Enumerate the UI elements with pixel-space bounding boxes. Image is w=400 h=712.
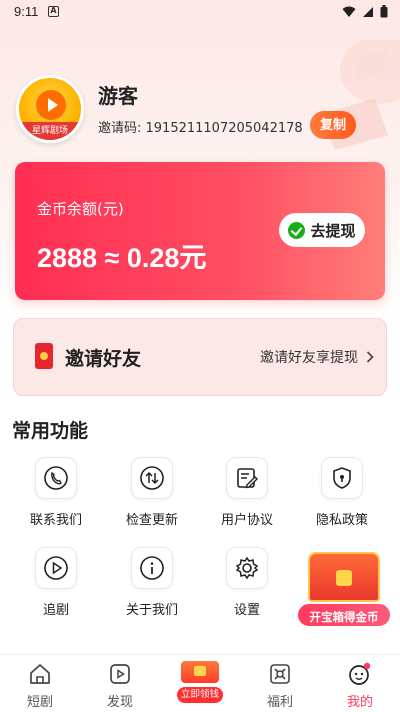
background-decoration xyxy=(320,40,400,150)
nav-item-discover[interactable]: 发现 xyxy=(80,661,160,710)
status-bar: 9:11 A xyxy=(0,0,400,24)
balance-card: 金币余额(元) 2888 ≈ 0.28元 去提现 xyxy=(15,162,385,300)
feature-user-agreement[interactable]: 用户协议 xyxy=(207,457,287,528)
username: 游客 xyxy=(98,84,138,108)
avatar-text: 星辉剧场 xyxy=(19,122,81,140)
nav-item-welfare[interactable]: 福利 xyxy=(240,661,320,710)
balance-label: 金币余额(元) xyxy=(37,200,124,218)
balance-value: 2888 ≈ 0.28元 xyxy=(37,243,207,273)
home-icon xyxy=(27,661,53,687)
nav-label: 福利 xyxy=(266,695,293,710)
money-icon xyxy=(181,661,219,683)
notification-icon: A xyxy=(48,6,59,17)
welfare-icon xyxy=(267,661,293,687)
nav-label: 我的 xyxy=(346,695,373,710)
agreement-icon xyxy=(226,457,268,499)
nav-item-mine[interactable]: 我的 xyxy=(320,661,400,710)
play-icon xyxy=(35,547,77,589)
withdraw-button[interactable]: 去提现 xyxy=(279,213,365,247)
invite-friends-banner[interactable]: 邀请好友 邀请好友享提现 xyxy=(13,318,387,396)
treasure-button[interactable]: 开宝箱得金币 xyxy=(296,602,392,628)
withdraw-label: 去提现 xyxy=(310,222,356,240)
nav-label: 短剧 xyxy=(26,695,53,710)
nav-label: 立即领钱 xyxy=(177,687,223,703)
feature-about-us[interactable]: 关于我们 xyxy=(112,547,192,618)
update-icon xyxy=(131,457,173,499)
profile-icon xyxy=(347,661,373,687)
invite-link[interactable]: 邀请好友享提现 xyxy=(260,347,374,367)
feature-contact-us[interactable]: 联系我们 xyxy=(16,457,96,528)
feature-label: 隐私政策 xyxy=(315,513,368,528)
wifi-icon xyxy=(342,6,356,17)
treasure-box-widget[interactable]: 开宝箱得金币 xyxy=(296,552,392,630)
invite-link-text: 邀请好友享提现 xyxy=(260,350,358,366)
feature-check-update[interactable]: 检查更新 xyxy=(112,457,192,528)
feature-label: 关于我们 xyxy=(125,603,178,618)
status-icons xyxy=(342,5,388,18)
feature-follow-drama[interactable]: 追剧 xyxy=(16,547,96,618)
feature-label: 联系我们 xyxy=(29,513,82,528)
discover-icon xyxy=(107,661,133,687)
status-time: 9:11 xyxy=(14,4,39,19)
feature-label: 检查更新 xyxy=(125,513,178,528)
avatar[interactable]: 星辉剧场 xyxy=(16,75,84,143)
signal-icon xyxy=(363,6,373,17)
red-envelope-icon xyxy=(35,343,53,369)
nav-label: 发现 xyxy=(106,695,133,710)
feature-settings[interactable]: 设置 xyxy=(207,547,287,618)
battery-icon xyxy=(380,5,388,18)
nav-item-claim-money[interactable]: 立即领钱 xyxy=(160,661,240,703)
section-title: 常用功能 xyxy=(12,420,89,442)
invite-title: 邀请好友 xyxy=(65,348,142,370)
phone-icon xyxy=(35,457,77,499)
wechat-pay-icon xyxy=(288,221,306,239)
shield-icon xyxy=(321,457,363,499)
gear-icon xyxy=(226,547,268,589)
feature-label: 设置 xyxy=(233,603,260,618)
feature-label: 追剧 xyxy=(42,603,69,618)
avatar-play-icon xyxy=(36,90,66,120)
invite-code: 邀请码: 1915211107205042178 xyxy=(98,121,303,136)
chevron-right-icon xyxy=(366,351,374,363)
bottom-nav: 短剧 发现 立即领钱 福利 我的 xyxy=(0,654,400,712)
feature-privacy-policy[interactable]: 隐私政策 xyxy=(302,457,382,528)
nav-item-short-drama[interactable]: 短剧 xyxy=(0,661,80,710)
copy-button[interactable]: 复制 xyxy=(310,111,356,139)
treasure-lock-icon xyxy=(336,570,352,586)
feature-label: 用户协议 xyxy=(220,513,273,528)
info-icon xyxy=(131,547,173,589)
